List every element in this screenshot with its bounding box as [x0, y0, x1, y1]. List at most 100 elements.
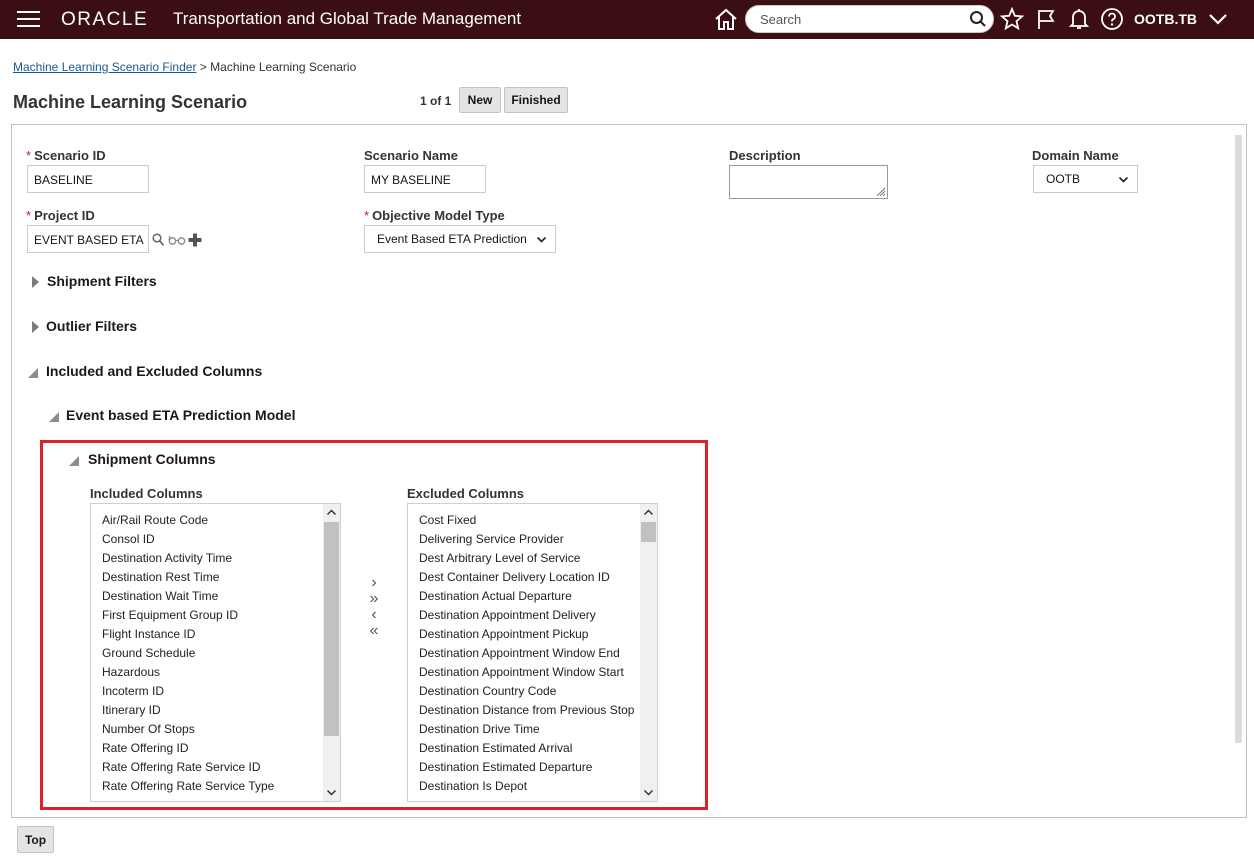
scenario-name-field[interactable]: MY BASELINE [364, 165, 486, 193]
list-item[interactable]: Destination Estimated Arrival [419, 741, 572, 755]
chevron-down-icon[interactable] [1204, 6, 1232, 32]
home-icon[interactable] [712, 6, 740, 32]
section-outlier-filters[interactable]: Outlier Filters [46, 318, 137, 334]
objective-model-type-value: Event Based ETA Prediction [377, 232, 527, 246]
included-columns-label: Included Columns [90, 486, 203, 501]
breadcrumb: Machine Learning Scenario Finder > Machi… [13, 60, 356, 74]
excluded-list-scroll-thumb[interactable] [641, 522, 656, 542]
flag-icon[interactable] [1032, 6, 1060, 32]
excluded-list-scrollbar[interactable] [640, 504, 657, 801]
objective-model-type-select[interactable]: Event Based ETA Prediction [364, 225, 556, 253]
list-item[interactable]: Itinerary ID [102, 703, 161, 717]
section-included-excluded-columns[interactable]: Included and Excluded Columns [46, 363, 262, 379]
help-icon[interactable] [1098, 6, 1126, 32]
list-item[interactable]: Destination Appointment Delivery [419, 608, 596, 622]
breadcrumb-separator: > [199, 60, 207, 74]
excluded-columns-list[interactable]: Destination Is Depot Destination Estimate… [407, 503, 658, 802]
list-item[interactable]: Destination Drive Time [419, 722, 540, 736]
project-id-field[interactable]: EVENT BASED ETA [27, 225, 149, 253]
scenario-name-label: Scenario Name [364, 148, 458, 163]
list-item[interactable]: Dest Arbitrary Level of Service [419, 551, 580, 565]
scroll-up-icon[interactable] [326, 507, 337, 518]
list-item[interactable]: Destination Appointment Pickup [419, 627, 588, 641]
panel-scrollbar[interactable] [1235, 135, 1242, 743]
list-item[interactable]: Dest Container Delivery Location ID [419, 570, 610, 584]
list-item[interactable]: Rate Offering Rate Service Type [102, 779, 274, 793]
list-item[interactable]: Destination Appointment Window End [419, 646, 620, 660]
top-button[interactable]: Top [17, 826, 54, 853]
project-id-label: * Project ID [26, 208, 95, 223]
domain-name-label: Domain Name [1032, 148, 1119, 163]
list-item[interactable]: Destination Estimated Departure [419, 760, 592, 774]
included-columns-list[interactable]: Rate Offering Rate Service Type Rate Offe… [90, 503, 341, 802]
user-name[interactable]: OOTB.TB [1134, 11, 1197, 27]
included-list-scrollbar[interactable] [323, 504, 340, 801]
star-icon[interactable] [998, 6, 1026, 32]
list-item[interactable]: Flight Instance ID [102, 627, 195, 641]
objective-model-type-label: * Objective Model Type [364, 208, 505, 223]
list-item[interactable]: Consol ID [102, 532, 155, 546]
search-input[interactable] [760, 11, 960, 28]
list-item[interactable]: Destination Rest Time [102, 570, 219, 584]
add-icon[interactable] [188, 233, 202, 247]
search-icon[interactable] [152, 233, 165, 247]
collapse-triangle-icon[interactable] [49, 412, 59, 422]
list-item[interactable]: Incoterm ID [102, 684, 164, 698]
excluded-columns-label: Excluded Columns [407, 486, 525, 501]
list-item[interactable]: Rate Offering Rate Service ID [102, 760, 261, 774]
hamburger-icon[interactable] [17, 11, 40, 28]
scenario-id-label: * Scenario ID [26, 148, 106, 163]
search-box [745, 5, 994, 33]
section-shipment-filters[interactable]: Shipment Filters [47, 273, 157, 289]
list-item[interactable]: Destination Distance from Previous Stop [419, 703, 634, 717]
breadcrumb-current: Machine Learning Scenario [210, 60, 357, 74]
finished-button[interactable]: Finished [504, 87, 568, 113]
list-item[interactable]: Destination Wait Time [102, 589, 218, 603]
resize-grip-icon[interactable] [875, 186, 885, 196]
new-button[interactable]: New [459, 87, 501, 113]
remove-selected-button[interactable]: ‹ [366, 607, 382, 623]
scroll-down-icon[interactable] [643, 787, 654, 798]
collapse-triangle-icon[interactable] [69, 456, 79, 466]
list-item[interactable]: Destination Country Code [419, 684, 556, 698]
remove-all-button[interactable]: « [366, 623, 382, 639]
list-item[interactable]: Destination Appointment Window Start [419, 665, 624, 679]
description-field[interactable] [729, 165, 888, 199]
glasses-icon[interactable] [168, 235, 186, 245]
collapse-triangle-icon[interactable] [28, 368, 38, 378]
list-item[interactable]: Destination Is Depot [419, 779, 527, 793]
domain-name-select[interactable]: OOTB [1033, 165, 1138, 193]
list-item[interactable]: Delivering Service Provider [419, 532, 564, 546]
search-icon[interactable] [969, 10, 987, 31]
expand-triangle-icon[interactable] [32, 321, 39, 333]
description-label: Description [729, 148, 801, 163]
list-item[interactable]: First Equipment Group ID [102, 608, 238, 622]
record-pager: 1 of 1 [420, 94, 452, 108]
list-item[interactable]: Destination Actual Departure [419, 589, 572, 603]
bell-icon[interactable] [1065, 6, 1093, 32]
chevron-down-icon [536, 236, 547, 243]
move-all-button[interactable]: » [366, 591, 382, 607]
list-item[interactable]: Number Of Stops [102, 722, 195, 736]
oracle-logo: ORACLE [61, 9, 149, 30]
list-item[interactable]: Hazardous [102, 665, 160, 679]
section-event-eta-model[interactable]: Event based ETA Prediction Model [66, 407, 295, 423]
expand-triangle-icon[interactable] [32, 276, 39, 288]
section-shipment-columns[interactable]: Shipment Columns [88, 451, 216, 467]
breadcrumb-finder-link[interactable]: Machine Learning Scenario Finder [13, 60, 196, 74]
move-selected-button[interactable]: › [366, 575, 382, 591]
scenario-id-field[interactable]: BASELINE [27, 165, 149, 193]
list-item[interactable]: Destination Activity Time [102, 551, 232, 565]
list-item[interactable]: Ground Schedule [102, 646, 195, 660]
included-list-scroll-thumb[interactable] [324, 522, 339, 736]
list-item[interactable]: Cost Fixed [419, 513, 476, 527]
list-item[interactable]: Air/Rail Route Code [102, 513, 208, 527]
chevron-down-icon [1118, 176, 1129, 183]
app-title: Transportation and Global Trade Manageme… [173, 9, 522, 28]
scroll-down-icon[interactable] [326, 787, 337, 798]
app-header: ORACLE Transportation and Global Trade M… [0, 0, 1254, 39]
page-title: Machine Learning Scenario [13, 92, 248, 112]
list-item[interactable]: Rate Offering ID [102, 741, 188, 755]
scroll-up-icon[interactable] [643, 507, 654, 518]
domain-name-value: OOTB [1046, 172, 1081, 186]
